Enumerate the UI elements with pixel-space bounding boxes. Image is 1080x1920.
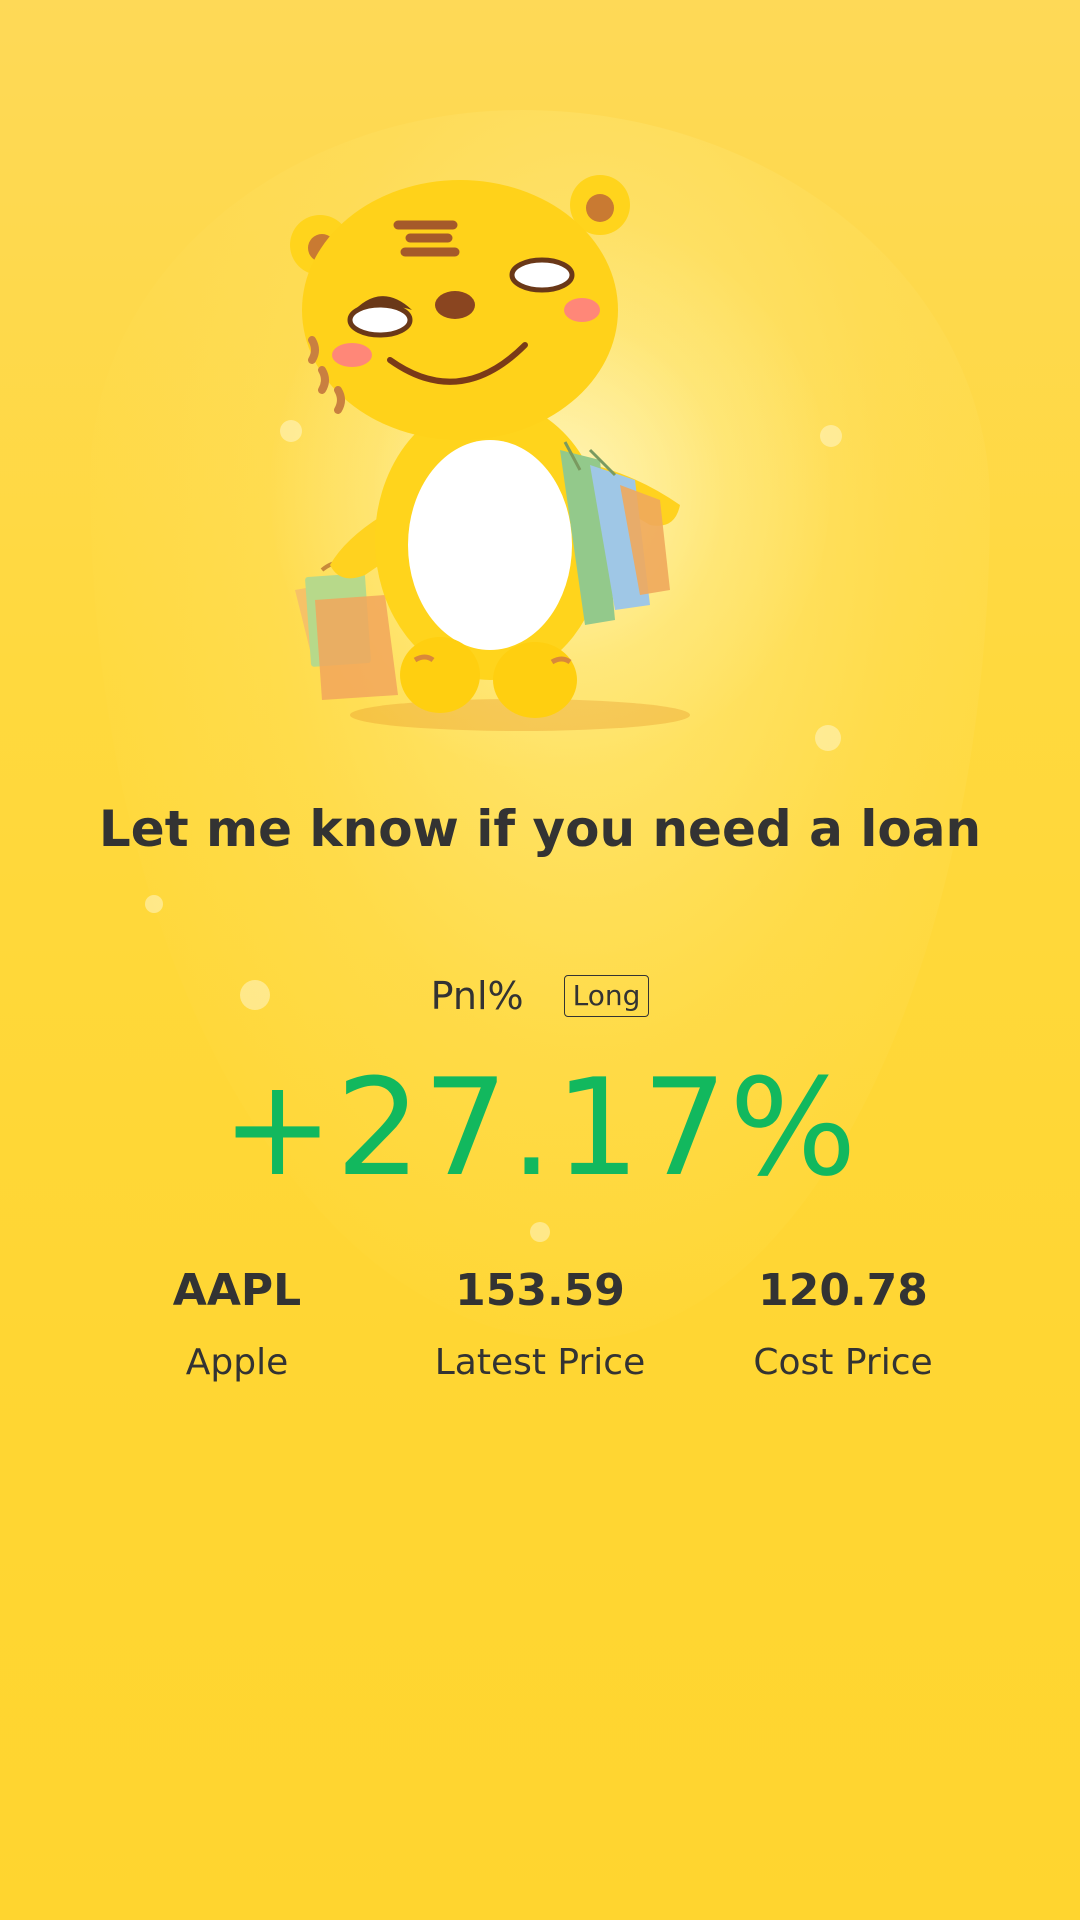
pnl-percentage-value: +27.17% [221,1050,859,1206]
stat-latest-price: 153.59 Latest Price [380,1265,700,1383]
sparkle [530,1222,550,1242]
mascot-belly [408,440,572,650]
stat-symbol: AAPL Apple [77,1265,397,1383]
stock-symbol: AAPL [172,1265,302,1316]
mascot-right-cheek [564,298,600,322]
sparkle [145,895,163,913]
mascot-left-cheek [332,343,372,367]
latest-price-value: 153.59 [455,1265,625,1316]
sparkle [820,425,842,447]
mascot-left-leg [400,637,480,713]
mascot-nose [435,291,475,319]
stat-cost-price: 120.78 Cost Price [683,1265,1003,1383]
mascot-right-eye [509,257,575,293]
sparkle [815,725,841,751]
pnl-header: Pnl% Long [0,974,1080,1018]
cost-price-value: 120.78 [758,1265,928,1316]
stock-name: Apple [185,1342,289,1383]
position-direction-badge: Long [563,975,650,1017]
cost-price-label: Cost Price [753,1342,933,1383]
pnl-label: Pnl% [430,974,524,1018]
tiger-mascot-illustration [290,175,690,731]
latest-price-label: Latest Price [434,1342,646,1383]
tagline-text: Let me know if you need a loan [98,800,982,858]
mascot-right-leg [493,642,577,718]
